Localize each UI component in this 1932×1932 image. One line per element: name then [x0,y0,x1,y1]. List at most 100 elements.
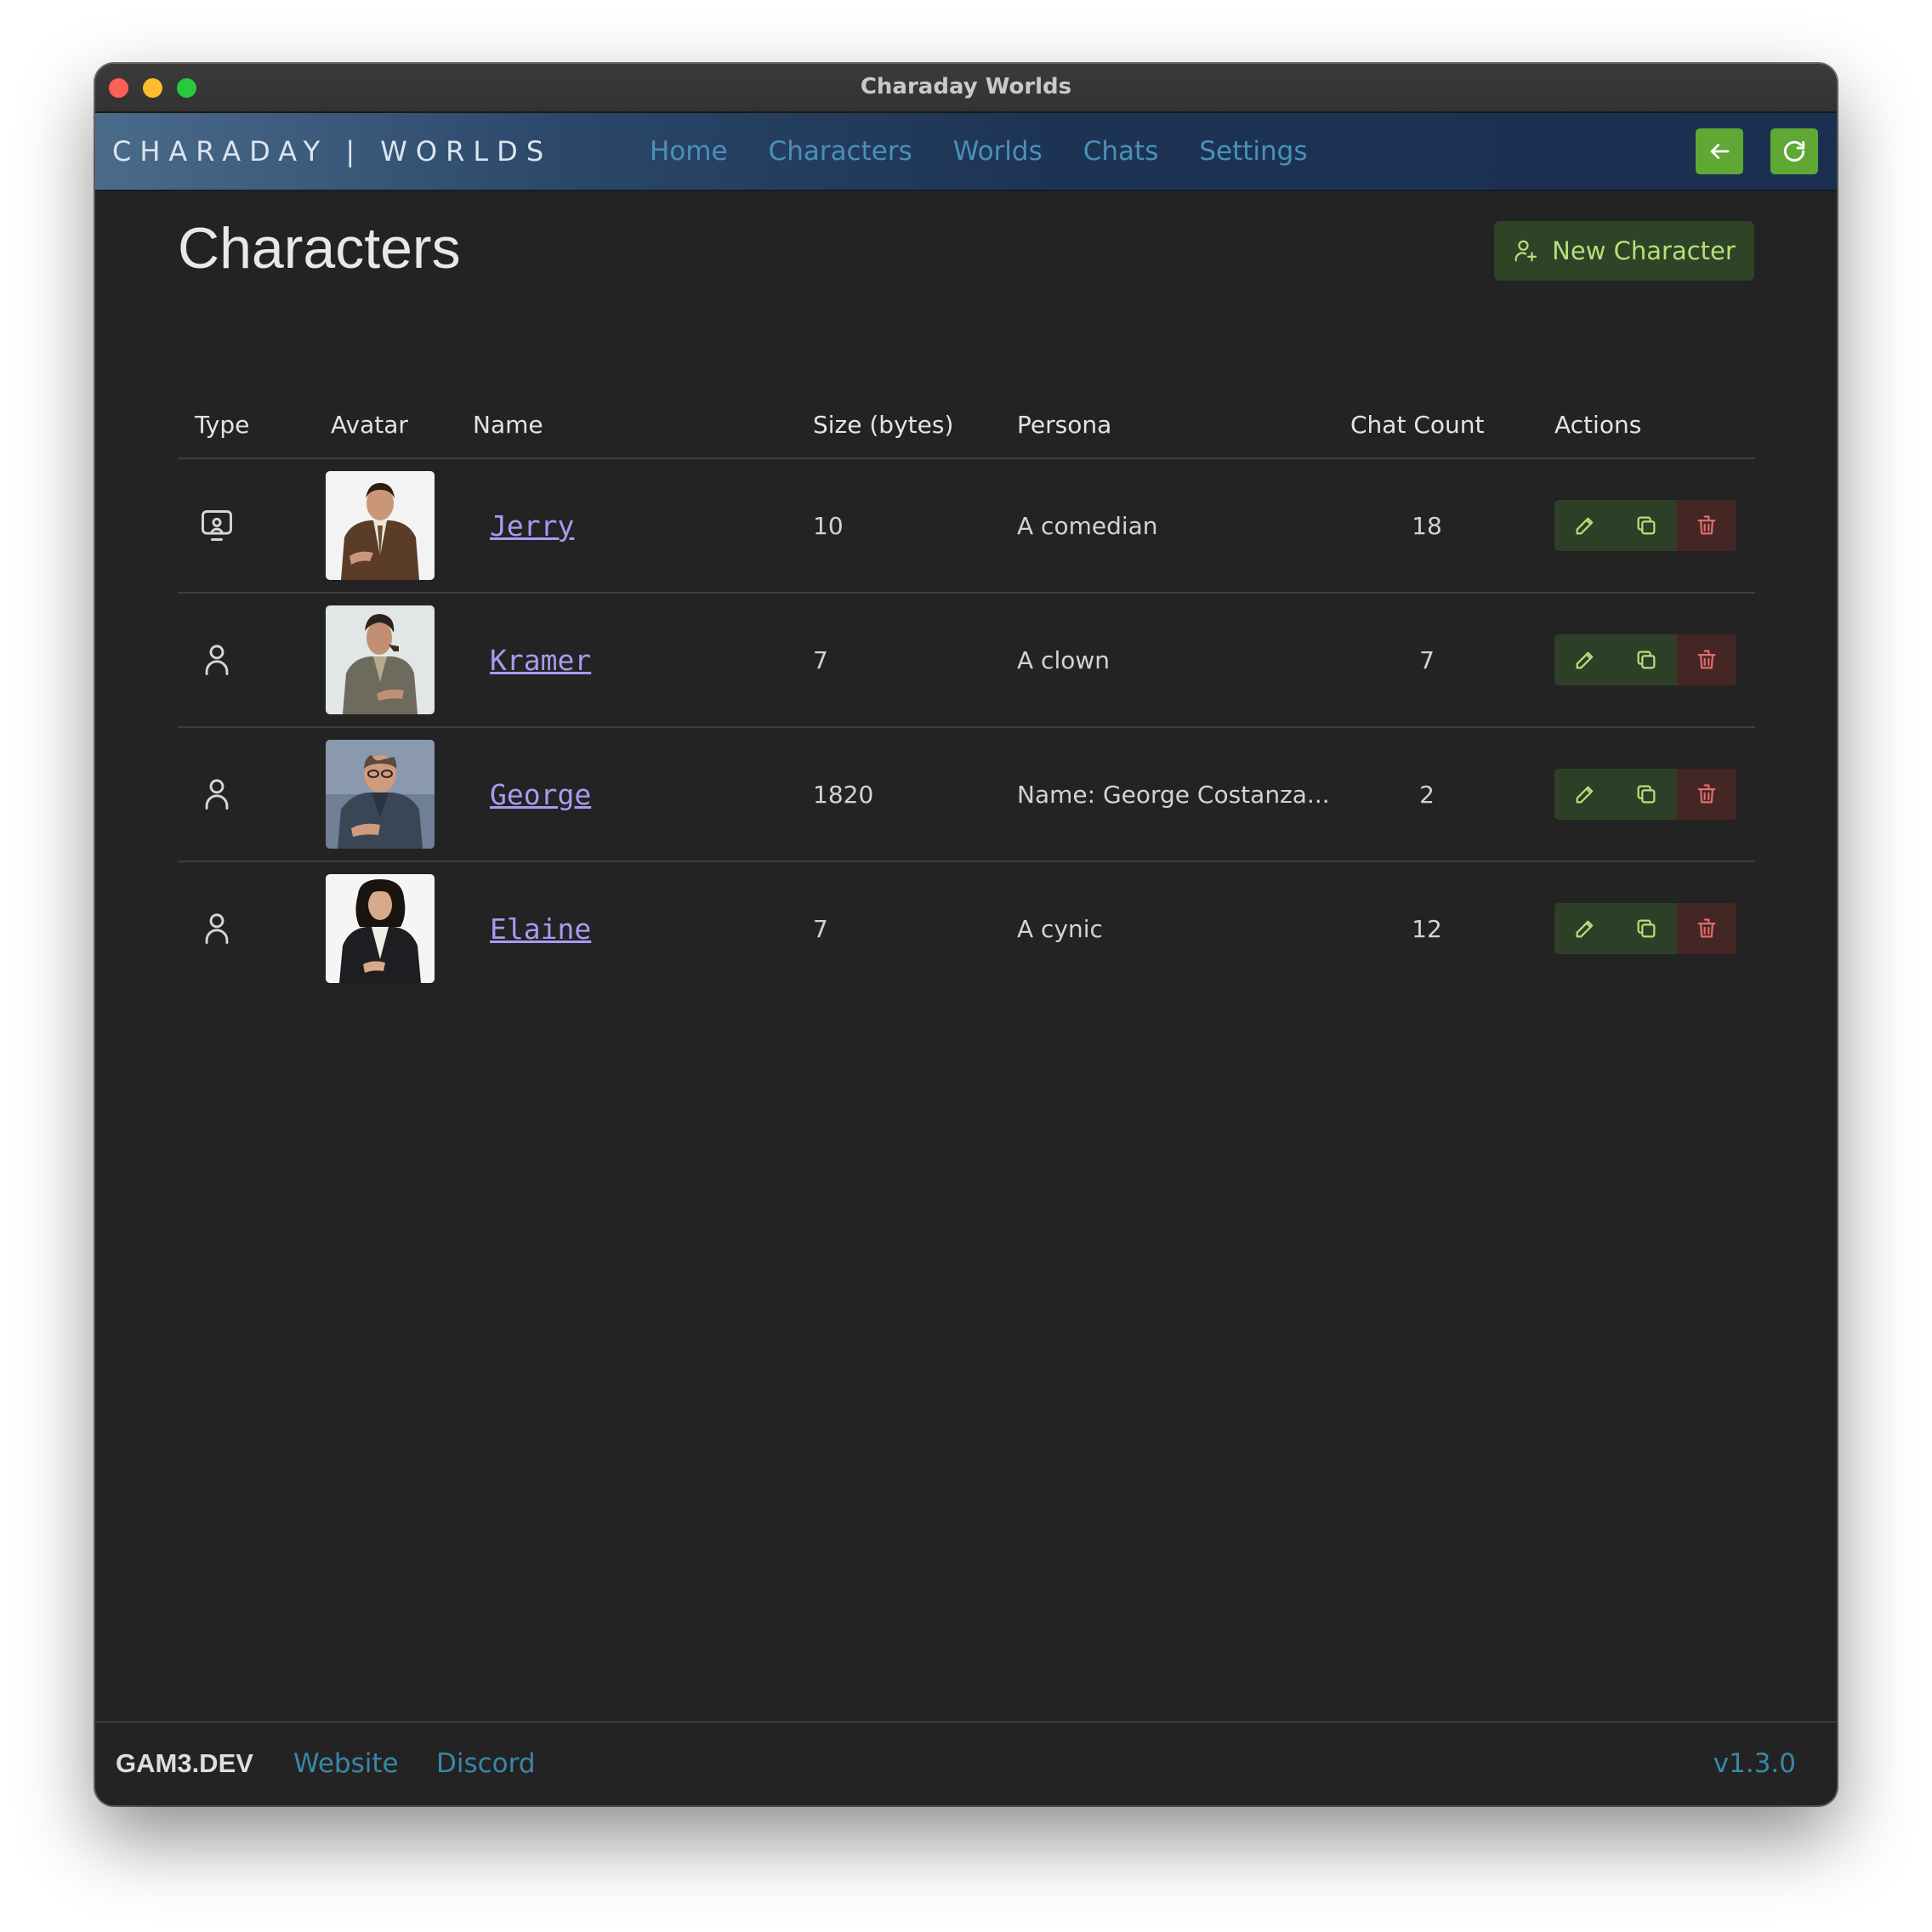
pencil-icon [1576,920,1594,938]
window-title: Charaday Worlds [860,74,1072,99]
avatar-cell [314,593,456,728]
copy-icon [1637,516,1656,535]
table-row: Jerry 10 A comedian 18 [178,458,1755,594]
pencil-icon [1576,517,1594,535]
user-icon [205,913,229,944]
app-version: v1.3.0 [1713,1748,1796,1779]
actions-cell [1537,861,1755,995]
character-name-link[interactable]: George [490,778,591,811]
character-name-link[interactable]: Jerry [490,509,574,543]
user-icon [205,645,229,675]
trash-icon [1697,650,1716,669]
size-cell: 1820 [796,727,1000,862]
footer-link-discord[interactable]: Discord [436,1723,536,1804]
header-chat-count[interactable]: Chat Count [1333,391,1537,459]
persona-cell: A comedian [1000,458,1333,594]
pencil-icon [1576,786,1594,804]
trash-icon [1697,918,1716,938]
copy-icon [1637,919,1656,938]
persona-cell: A clown [1000,593,1333,728]
type-cell [178,593,314,728]
back-button[interactable] [1696,128,1743,174]
avatar-elaine[interactable] [326,874,435,983]
copy-icon [1637,785,1656,804]
nav-link-worlds[interactable]: Worlds [953,113,1043,190]
table-row: Kramer 7 A clown 7 [178,593,1755,728]
chat-count-cell: 7 [1333,593,1537,728]
edit-button[interactable] [1554,500,1616,551]
app-window: Charaday Worlds CHARADAY | WORLDS Home C… [95,64,1837,1805]
brand-logo: CHARADAY | WORLDS [112,135,553,168]
user-icon [205,779,229,810]
type-cell [178,727,314,862]
actions-group [1554,903,1736,954]
chat-count-cell: 12 [1412,914,1442,943]
avatar-cell [314,861,456,995]
header-size[interactable]: Size (bytes) [796,391,1000,459]
avatar-george[interactable] [326,740,435,849]
duplicate-button[interactable] [1616,769,1677,820]
avatar-cell [314,458,456,594]
footer-link-website[interactable]: Website [293,1723,399,1804]
type-cell [178,861,314,995]
footer-brand: GAM3.DEV [116,1748,253,1778]
delete-button[interactable] [1677,903,1736,954]
persona-cell: Name: George Costanza... [1000,727,1333,862]
name-cell: Kramer [456,593,796,728]
edit-button[interactable] [1554,903,1616,954]
name-cell: Jerry [456,458,796,594]
table-row: George 1820 Name: George Costanza... 2 [178,727,1755,862]
chat-count-cell: 18 [1333,458,1537,594]
header-actions: Actions [1537,391,1755,459]
header-avatar[interactable]: Avatar [314,391,456,459]
delete-button[interactable] [1677,769,1736,820]
actions-group [1554,500,1736,551]
trash-icon [1697,784,1716,804]
name-cell: Elaine [456,861,796,995]
table-header-row: Type Avatar Name Size (bytes) Persona Ch… [178,391,1755,459]
size-cell: 7 [813,914,828,943]
avatar-kramer[interactable] [326,605,435,714]
footer: GAM3.DEV Website Discord v1.3.0 [95,1721,1837,1805]
header-type[interactable]: Type [178,391,314,459]
screen-user-icon [202,510,232,541]
persona-cell: A cynic [1017,914,1103,943]
avatar-cell [314,727,456,862]
nav-link-chats[interactable]: Chats [1083,113,1159,190]
edit-button[interactable] [1554,769,1616,820]
page-title: Characters [178,216,461,281]
actions-cell [1537,593,1755,728]
actions-group [1554,634,1736,685]
trash-icon [1697,515,1716,535]
nav-link-settings[interactable]: Settings [1199,113,1307,190]
new-character-label: New Character [1552,236,1736,265]
copy-icon [1637,651,1656,669]
character-name-link[interactable]: Kramer [490,644,591,677]
avatar-jerry[interactable] [326,471,435,580]
character-name-link[interactable]: Elaine [490,912,591,946]
nav-link-home[interactable]: Home [650,113,728,190]
size-cell: 10 [796,458,1000,594]
name-cell: George [456,727,796,862]
edit-button[interactable] [1554,634,1616,685]
header-persona[interactable]: Persona [1000,391,1333,459]
delete-button[interactable] [1677,634,1736,685]
chat-count-cell: 2 [1333,727,1537,862]
duplicate-button[interactable] [1616,634,1677,685]
top-navbar: CHARADAY | WORLDS Home Characters Worlds… [95,113,1837,191]
characters-table: Type Avatar Name Size (bytes) Persona Ch… [178,391,1755,995]
arrow-left-icon [1710,144,1730,159]
refresh-button[interactable] [1770,128,1818,174]
pencil-icon [1576,651,1594,669]
new-character-button[interactable]: New Character [1494,221,1754,281]
nav-link-characters[interactable]: Characters [769,113,912,190]
header-name[interactable]: Name [456,391,796,459]
duplicate-button[interactable] [1616,903,1677,954]
actions-group [1554,769,1736,820]
delete-button[interactable] [1677,500,1736,551]
nav-links: Home Characters Worlds Chats Settings [650,113,1349,190]
refresh-icon [1783,140,1805,162]
duplicate-button[interactable] [1616,500,1677,551]
user-plus-icon [1514,240,1537,262]
actions-cell [1537,727,1755,862]
